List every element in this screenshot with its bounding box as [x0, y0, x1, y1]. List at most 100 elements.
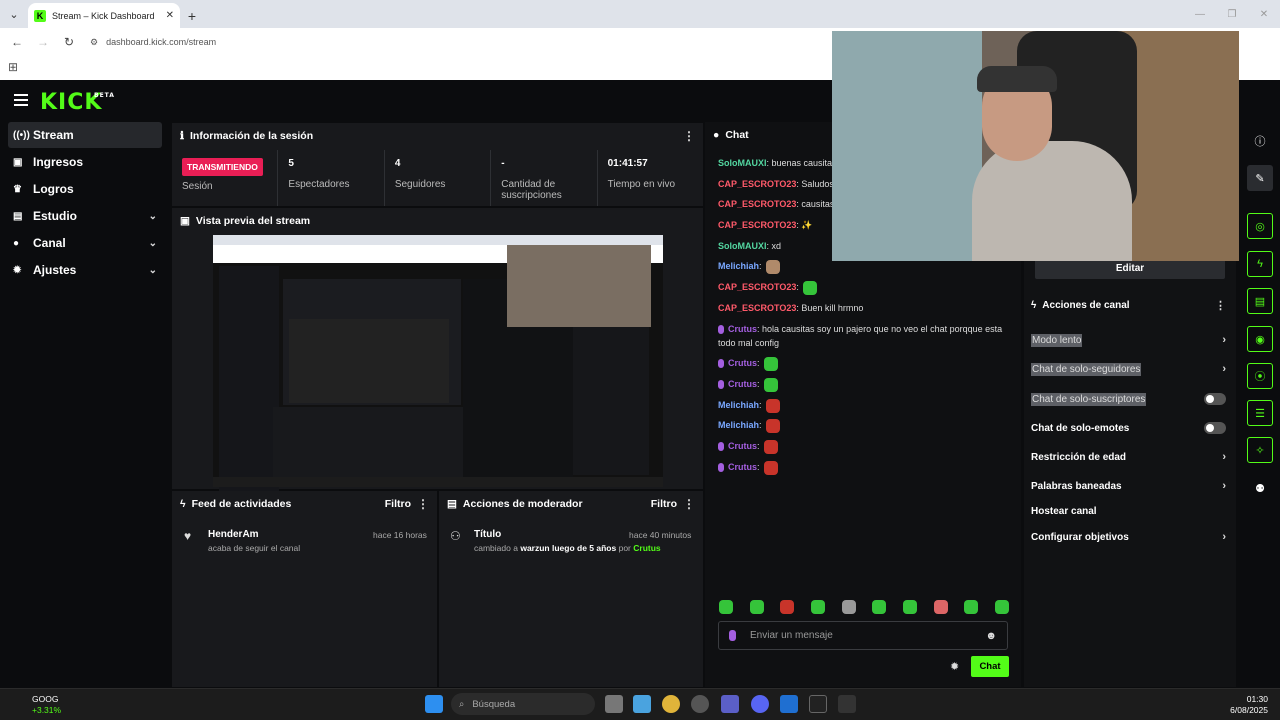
url-field[interactable]: ⚙ dashboard.kick.com/stream [90, 37, 216, 48]
more-options-icon[interactable]: ⋮ [683, 129, 695, 143]
sidebar-item-ajustes[interactable]: ✹ Ajustes ⌄ [8, 257, 162, 283]
windows-start-icon[interactable] [425, 695, 443, 713]
new-tab-button[interactable]: + [180, 3, 204, 28]
chat-user[interactable]: Melichiah [718, 261, 759, 271]
filter-button[interactable]: Filtro [651, 498, 677, 510]
broadcast-icon[interactable]: ⦿ [1247, 363, 1273, 389]
close-tab-icon[interactable]: ✕ [166, 10, 174, 21]
emote-icon[interactable] [933, 600, 948, 614]
call-of-duty-icon[interactable] [809, 695, 827, 713]
action-age-restriction[interactable]: Restricción de edad › [1031, 451, 1226, 463]
action-banned-words[interactable]: Palabras baneadas › [1031, 480, 1226, 492]
copilot-icon[interactable] [633, 695, 651, 713]
stack-icon[interactable]: ☰ [1247, 400, 1273, 426]
app-icon[interactable] [838, 695, 856, 713]
chat-user[interactable]: Melichiah [718, 400, 759, 410]
chrome-icon[interactable] [662, 695, 680, 713]
users-icon[interactable]: ⚉ [1247, 475, 1273, 501]
chat-user[interactable]: SoloMAUXI [718, 241, 767, 251]
chat-input[interactable]: Enviar un mensaje ☻ [718, 621, 1008, 650]
minimize-icon[interactable]: — [1184, 0, 1216, 28]
chat-user[interactable]: CAP_ESCROTO23 [718, 303, 796, 313]
chat-user[interactable]: Crutus [728, 324, 757, 334]
stat-viewers: 5 Espectadores [278, 150, 385, 206]
chat-user[interactable]: Melichiah [718, 420, 759, 430]
task-view-icon[interactable] [605, 695, 623, 713]
stream-preview[interactable] [213, 235, 663, 496]
chat-user[interactable]: Crutus [728, 462, 757, 472]
chat-user[interactable]: CAP_ESCROTO23 [718, 282, 796, 292]
feed-user[interactable]: HenderAm [208, 529, 259, 540]
sidebar-item-logros[interactable]: ♛ Logros [8, 176, 162, 202]
wrench-icon[interactable]: ✧ [1247, 437, 1273, 463]
panel-title: Acciones de canal [1042, 300, 1130, 311]
filter-button[interactable]: Filtro [385, 498, 411, 510]
subs-only-toggle[interactable] [1204, 393, 1226, 405]
emote-icon[interactable] [872, 600, 887, 614]
emote-icon[interactable] [719, 600, 733, 614]
apps-icon[interactable]: ⊞ [8, 60, 18, 74]
emote-icon[interactable] [964, 600, 979, 614]
chat-user[interactable]: CAP_ESCROTO23 [718, 179, 796, 189]
chat-user[interactable]: Crutus [728, 441, 757, 451]
action-host-channel[interactable]: Hostear canal [1031, 506, 1226, 517]
more-options-icon[interactable]: ⋮ [683, 497, 695, 511]
more-options-icon[interactable]: ⋮ [1215, 299, 1226, 312]
back-icon[interactable]: ← [6, 31, 28, 53]
sidebar-item-canal[interactable]: ● Canal ⌄ [8, 230, 162, 256]
restore-icon[interactable]: ❐ [1216, 0, 1248, 28]
lightning-icon[interactable]: ϟ [1247, 251, 1273, 277]
stock-widget[interactable]: GOOG +3.31% [12, 694, 61, 716]
emote-icon[interactable] [994, 600, 1009, 614]
menu-icon[interactable] [14, 94, 28, 106]
more-options-icon[interactable]: ⋮ [417, 497, 429, 511]
kick-logo[interactable]: KICK BETA [40, 90, 114, 115]
emote-icon[interactable] [841, 600, 856, 614]
emote-icon[interactable] [780, 600, 795, 614]
action-followers-only[interactable]: Chat de solo-seguidores › [1031, 362, 1226, 376]
mod-user[interactable]: Crutus [633, 543, 660, 553]
chat-user[interactable]: Crutus [728, 358, 757, 368]
info-icon[interactable]: ⓘ [1247, 128, 1273, 154]
system-clock[interactable]: 01:30 6/08/2025 [1230, 694, 1268, 716]
stock-change: +3.31% [32, 705, 62, 715]
emote-icon[interactable] [810, 600, 825, 614]
action-slow-mode[interactable]: Modo lento › [1031, 333, 1226, 347]
emotes-only-toggle[interactable] [1204, 422, 1226, 434]
send-chat-button[interactable]: Chat [971, 656, 1009, 677]
document-icon[interactable]: ▤ [1247, 288, 1273, 314]
taskbar-search[interactable]: ⌕ Búsqueda [451, 693, 595, 715]
kick-favicon-icon: K [34, 9, 46, 22]
emote-icon[interactable] [902, 600, 917, 614]
focus-icon[interactable]: ◎ [1247, 213, 1273, 239]
chat-user[interactable]: CAP_ESCROTO23 [718, 220, 796, 230]
chat-user[interactable]: CAP_ESCROTO23 [718, 199, 796, 209]
emote-icon[interactable] [749, 600, 764, 614]
emoji-icon[interactable]: ☻ [985, 630, 997, 642]
discord-icon[interactable] [751, 695, 769, 713]
chat-user[interactable]: SoloMAUXI [718, 158, 767, 168]
action-goals[interactable]: Configurar objetivos › [1031, 531, 1226, 543]
pencil-icon[interactable]: ✎ [1247, 165, 1273, 191]
chevron-down-icon: ⌄ [148, 264, 157, 276]
reload-icon[interactable]: ↻ [58, 31, 80, 53]
mod-pre: cambiado a [474, 543, 518, 553]
chat-user[interactable]: Crutus [728, 379, 757, 389]
edit-button[interactable]: Editar [1035, 258, 1225, 279]
vscode-icon[interactable] [780, 695, 798, 713]
red-emote-icon [764, 460, 779, 475]
sidebar-item-estudio[interactable]: ▤ Estudio ⌄ [8, 203, 162, 229]
steam-icon[interactable] [691, 695, 709, 713]
close-window-icon[interactable]: ✕ [1248, 0, 1280, 28]
site-info-icon[interactable]: ⚙ [90, 37, 98, 48]
sidebar-item-ingresos[interactable]: ▣ Ingresos [8, 149, 162, 175]
chat-bubble-icon[interactable]: ◉ [1247, 326, 1273, 352]
teams-icon[interactable] [721, 695, 739, 713]
sidebar-item-stream[interactable]: ((•)) Stream [8, 122, 162, 148]
tab-search-icon[interactable]: ⌄ [0, 0, 28, 28]
forward-icon[interactable]: → [32, 31, 54, 53]
channel-icon: ● [13, 237, 20, 249]
stat-value: 4 [394, 158, 401, 169]
gear-icon[interactable]: ✹ [950, 660, 959, 673]
browser-tab[interactable]: K Stream – Kick Dashboard ✕ [28, 3, 180, 28]
